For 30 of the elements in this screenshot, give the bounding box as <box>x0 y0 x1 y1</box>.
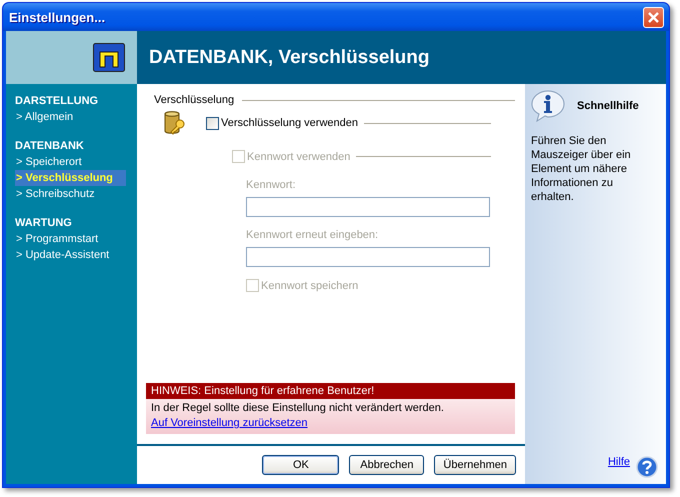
field-label: Kennwort erneut eingeben: <box>246 229 380 241</box>
info-icon <box>531 90 565 122</box>
dialog-button[interactable]: Übernehmen <box>434 455 516 475</box>
close-icon <box>647 10 660 24</box>
close-button[interactable] <box>643 6 664 28</box>
page-title: DATENBANK, Verschlüsselung <box>149 46 430 68</box>
help-link[interactable]: Hilfe <box>608 456 630 468</box>
nav-item[interactable]: > Programmstart <box>15 231 126 247</box>
window-title: Einstellungen... <box>9 10 106 24</box>
nav-item[interactable]: > Update-Assistent <box>15 247 126 263</box>
dialog-button[interactable]: Abbrechen <box>349 455 424 475</box>
section-title: Verschlüsselung <box>154 94 234 106</box>
nav-item[interactable]: > Verschlüsselung <box>15 170 126 186</box>
encryption-checkbox[interactable]: Verschlüsselung verwenden <box>206 116 358 130</box>
reset-link[interactable]: Auf Voreinstellung zurücksetzen <box>151 416 308 431</box>
help-title: Schnellhilfe <box>577 100 639 112</box>
dialog-button[interactable]: OK <box>262 455 340 475</box>
gate-logo-icon <box>93 43 125 72</box>
help-text: Führen Sie den Mauszeiger über ein Element um nähere Informationen zu erhalten. <box>531 134 632 204</box>
nav-heading: WARTUNG <box>15 216 73 231</box>
notice-title: HINWEIS: Einstellung für erfahrene Benutzer! <box>146 383 515 399</box>
help-icon[interactable] <box>636 456 658 478</box>
nav-item[interactable]: > Schreibschutz <box>15 186 126 202</box>
nav-heading: DARSTELLUNG <box>15 94 100 109</box>
field-label: Kennwort: <box>246 179 297 191</box>
nav-heading: DATENBANK <box>15 139 85 154</box>
nav-item[interactable]: > Allgemein <box>15 109 126 125</box>
database-key-icon <box>164 110 186 136</box>
notice-text: In der Regel sollte diese Einstellung nicht verändert werden. <box>151 401 445 416</box>
nav-item[interactable]: > Speicherort <box>15 154 126 170</box>
